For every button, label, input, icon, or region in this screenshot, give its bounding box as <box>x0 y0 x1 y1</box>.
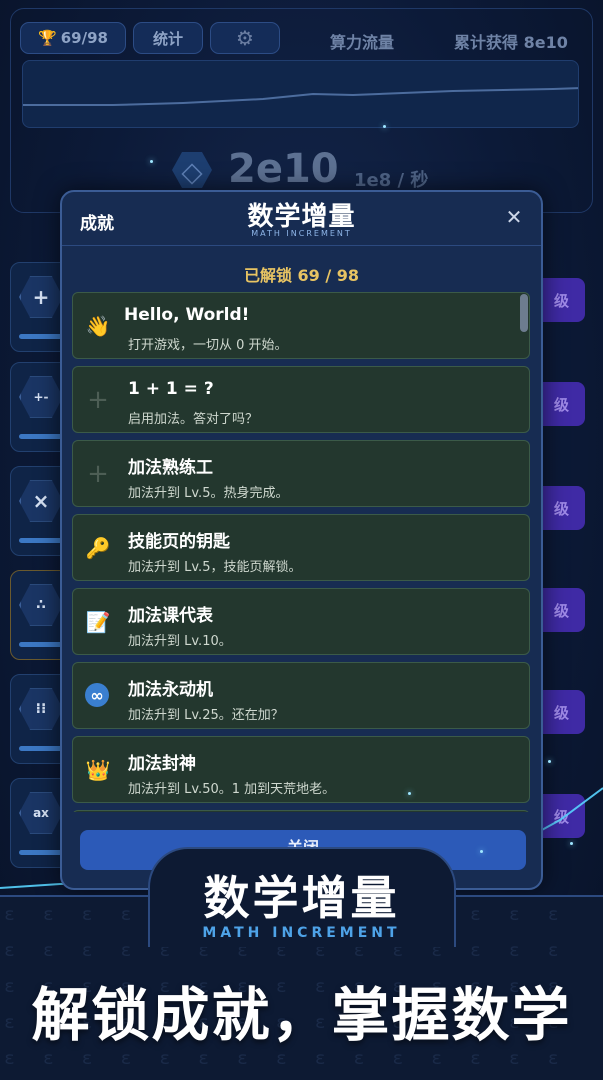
unlocked-count: 已解锁 69 / 98 <box>62 262 541 286</box>
modal-logo-subtitle: MATH INCREMENT <box>251 229 352 238</box>
main-value-row: 2e10 1e8 / 秒 <box>172 146 472 196</box>
promo-logo-subtitle: MATH INCREMENT <box>202 925 401 941</box>
modal-header: 成就 数学增量 MATH INCREMENT ✕ <box>62 192 541 246</box>
grid-dots-icon: ⁝⁝ <box>19 688 63 730</box>
achievement-item[interactable]: + 加法熟练工 加法升到 Lv.5。热身完成。 <box>72 440 530 507</box>
achievement-desc: 加法升到 Lv.50。1 加到天荒地老。 <box>128 782 336 797</box>
progress-bar <box>19 538 63 543</box>
multiply-icon: × <box>19 480 63 522</box>
memo-icon: 📝 <box>85 610 111 634</box>
achievement-desc: 加法升到 Lv.25。还在加？ <box>128 708 284 723</box>
sparkle <box>480 850 483 853</box>
achievements-modal: 成就 数学增量 MATH INCREMENT ✕ 已解锁 69 / 98 👋 H… <box>60 190 543 890</box>
upgrade-label: 级 <box>553 499 569 518</box>
achievement-desc: 加法升到 Lv.10。 <box>128 634 232 649</box>
achievement-title: 1 + 1 = ? <box>128 379 214 399</box>
upgrade-label: 级 <box>553 703 569 722</box>
achievement-item[interactable]: + 1 + 1 = ? 启用加法。答对了吗？ <box>72 366 530 433</box>
stats-button[interactable]: 统计 <box>133 22 203 54</box>
compute-hex-icon <box>172 152 212 188</box>
plus-minus-icon: +- <box>19 376 63 418</box>
plus-icon: + <box>19 276 63 318</box>
top-bar: 🏆 69/98 统计 ⚙ 算力流量 累计获得 8e10 <box>20 22 583 58</box>
achievement-item[interactable]: ∞ 加法永动机 加法升到 Lv.25。还在加？ <box>72 662 530 729</box>
achievements-button[interactable]: 🏆 69/98 <box>20 22 126 54</box>
total-label: 累计获得 <box>454 33 519 52</box>
flow-graph-line <box>23 87 578 106</box>
plus-icon: + <box>87 459 109 489</box>
key-icon: 🔑 <box>85 536 111 560</box>
stats-label: 统计 <box>152 29 183 48</box>
list-scrollbar[interactable] <box>520 294 528 332</box>
achievement-item[interactable]: 📝 加法课代表 加法升到 Lv.10。 <box>72 588 530 655</box>
unlocked-label: 已解锁 <box>243 266 292 285</box>
sparkle <box>383 125 386 128</box>
gear-icon: ⚙ <box>236 26 254 50</box>
achievement-title: 加法封神 <box>128 754 196 774</box>
flow-label: 算力流量 <box>330 33 395 52</box>
achievement-list[interactable]: 👋 Hello, World! 打开游戏，一切从 0 开始。 + 1 + 1 =… <box>72 292 532 812</box>
upgrade-label: 级 <box>553 395 569 414</box>
achievement-desc: 加法升到 Lv.5。热身完成。 <box>128 486 289 501</box>
sparkle <box>570 842 573 845</box>
waving-hand-icon: 👋 <box>85 314 111 338</box>
achievement-item[interactable]: 🔑 技能页的钥匙 加法升到 Lv.5，技能页解锁。 <box>72 514 530 581</box>
achievement-item[interactable]: 👋 Hello, World! 打开游戏，一切从 0 开始。 <box>72 292 530 359</box>
settings-button[interactable]: ⚙ <box>210 22 280 54</box>
achievement-desc: 启用加法。答对了吗？ <box>128 412 259 427</box>
main-value: 2e10 <box>228 146 339 192</box>
unlocked-value: 69 / 98 <box>297 266 360 285</box>
triangle-dots-icon: ∴ <box>19 584 63 626</box>
achievement-title: 加法课代表 <box>128 606 213 626</box>
progress-bar <box>19 334 63 339</box>
main-rate: 1e8 / 秒 <box>354 170 429 191</box>
promo-slogan: 解锁成就，掌握数学 <box>31 981 572 1049</box>
achievement-item[interactable]: 👑 加法封神 加法升到 Lv.50。1 加到天荒地老。 <box>72 736 530 803</box>
trophy-icon: 🏆 <box>38 29 57 47</box>
achievement-desc: 加法升到 Lv.5，技能页解锁。 <box>128 560 302 575</box>
progress-bar <box>19 434 63 439</box>
close-icon[interactable]: ✕ <box>503 206 525 228</box>
sparkle <box>150 160 153 163</box>
plus-icon: + <box>87 385 109 415</box>
modal-logo: 数学增量 <box>247 202 356 232</box>
total-earned: 累计获得 8e10 <box>454 29 568 53</box>
achievement-title: Hello, World! <box>124 305 250 325</box>
infinity-icon: ∞ <box>85 683 109 707</box>
upgrade-label: 级 <box>553 291 569 310</box>
sparkle <box>548 760 551 763</box>
achievement-title: 加法永动机 <box>128 680 213 700</box>
promo-logo: 数学增量 <box>203 871 400 925</box>
upgrade-label: 级 <box>553 601 569 620</box>
crown-icon: 👑 <box>85 758 111 782</box>
flow-graph <box>22 60 579 128</box>
progress-bar <box>19 746 63 751</box>
progress-bar <box>19 642 63 647</box>
achievement-title: 加法熟练工 <box>128 458 213 478</box>
achievement-desc: 打开游戏，一切从 0 开始。 <box>128 338 288 353</box>
total-value: 8e10 <box>523 33 568 52</box>
achievement-item[interactable] <box>72 810 530 812</box>
achievements-count: 69/98 <box>60 29 108 47</box>
achievement-title: 技能页的钥匙 <box>128 532 230 552</box>
sparkle <box>408 792 411 795</box>
